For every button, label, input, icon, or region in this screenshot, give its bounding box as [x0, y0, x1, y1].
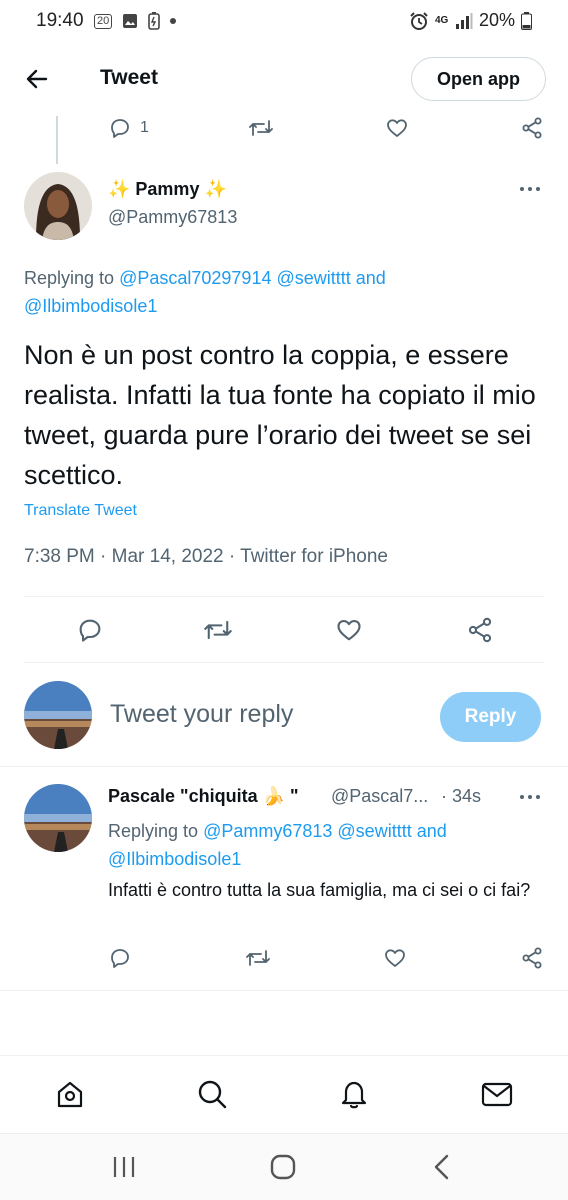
page-title: Tweet [100, 66, 158, 89]
like-icon [337, 619, 361, 641]
prev-reply-count: 1 [140, 119, 149, 136]
divider [24, 662, 544, 663]
prev-share-button[interactable] [520, 116, 544, 140]
reply-button[interactable] [76, 616, 104, 644]
retweet-icon [204, 620, 232, 640]
system-nav [0, 1133, 568, 1200]
retweet-icon [246, 950, 270, 966]
reply-icon [79, 619, 101, 642]
more-icon [520, 795, 540, 799]
reply-submit-button[interactable]: Reply [440, 692, 541, 742]
reply-replying-to: Replying to @Pammy67813 @sewitttt and @I… [108, 817, 538, 873]
reply-icon [111, 949, 129, 968]
reply-input[interactable]: Tweet your reply [110, 700, 293, 729]
nav-notifications[interactable] [338, 1078, 370, 1110]
chevron-left-icon [434, 1154, 449, 1180]
notification-badge: 20 [94, 13, 113, 29]
signal-icon [455, 12, 473, 29]
reply-author-name[interactable]: Pascale "chiquita 🍌 " [108, 786, 299, 807]
home-circle-icon [270, 1154, 296, 1180]
retweet-button[interactable] [203, 616, 233, 644]
reply-icon [111, 119, 129, 138]
reply-author-avatar[interactable] [24, 784, 92, 852]
like-button[interactable] [335, 616, 363, 644]
reply-author-handle[interactable]: @Pascal7... [331, 786, 428, 807]
battery-saver-icon [148, 12, 161, 30]
replying-handle2-link[interactable]: @Ilbimbodisole1 [108, 849, 241, 869]
home-system-button[interactable] [270, 1154, 296, 1180]
my-avatar-image [24, 681, 92, 749]
share-icon [468, 617, 492, 643]
bottom-nav [0, 1055, 568, 1133]
home-icon [57, 1081, 83, 1108]
author-display-name[interactable]: ✨ Pammy ✨ [108, 179, 227, 200]
replying-prefix: Replying to [24, 268, 115, 288]
like-icon [385, 949, 405, 967]
tweet-text: Non è un post contro la coppia, e essere… [24, 340, 536, 490]
author-avatar[interactable] [24, 172, 92, 240]
alarm-icon [410, 11, 428, 30]
my-avatar[interactable] [24, 681, 92, 749]
battery-percent: 20% [478, 10, 515, 30]
retweet-icon [249, 120, 273, 136]
replying-and[interactable]: and [356, 268, 386, 288]
nav-messages[interactable] [480, 1078, 514, 1110]
nav-home[interactable] [54, 1078, 86, 1110]
author-avatar-image [24, 172, 92, 240]
reply-author-avatar-image [24, 784, 92, 852]
divider [0, 990, 568, 991]
gallery-icon [123, 14, 138, 28]
status-time: 19:40 [36, 10, 84, 31]
battery-icon [521, 11, 532, 30]
nav-search[interactable] [196, 1078, 228, 1110]
prev-like-button[interactable] [385, 116, 409, 140]
back-button[interactable] [24, 66, 50, 92]
tweet-more-button[interactable] [518, 184, 542, 194]
share-button[interactable] [466, 616, 494, 644]
share-icon [522, 947, 542, 969]
divider [0, 766, 568, 767]
status-notification-icons: 20 [94, 12, 177, 30]
recents-button[interactable] [112, 1156, 136, 1178]
reply-retweet-button[interactable] [245, 946, 271, 970]
tweet-meta: 7:38 PM · Mar 14, 2022 · Twitter for iPh… [24, 546, 388, 567]
replying-handle2-link[interactable]: @Ilbimbodisole1 [24, 296, 157, 316]
translate-tweet-link[interactable]: Translate Tweet [24, 502, 137, 520]
replying-handles-link[interactable]: @Pascal70297914 @sewitttt [119, 268, 351, 288]
search-icon [198, 1080, 227, 1109]
more-icon [520, 187, 540, 191]
open-app-button[interactable]: Open app [411, 57, 546, 101]
back-arrow-icon [26, 69, 48, 89]
notifications-icon [341, 1081, 367, 1109]
divider [24, 596, 544, 597]
thread-line [56, 116, 58, 164]
network-type: 4G [434, 14, 449, 26]
reply-like-button[interactable] [383, 946, 407, 970]
author-handle[interactable]: @Pammy67813 [108, 207, 237, 228]
prev-retweet-button[interactable] [248, 116, 274, 140]
prev-reply-button[interactable]: 1 [108, 116, 149, 140]
like-icon [387, 119, 407, 137]
recents-icon [113, 1157, 135, 1177]
replying-handles-link[interactable]: @Pammy67813 @sewitttt [203, 821, 412, 841]
messages-icon [481, 1082, 513, 1107]
reply-share-button[interactable] [520, 946, 544, 970]
reply-more-button[interactable] [518, 792, 542, 802]
replying-to: Replying to @Pascal70297914 @sewitttt an… [24, 264, 544, 320]
reply-reply-button[interactable] [108, 946, 132, 970]
reply-text: Infatti è contro tutta la sua famiglia, … [108, 880, 531, 900]
replying-and[interactable]: and [417, 821, 447, 841]
replying-prefix: Replying to [108, 821, 199, 841]
status-right: 4G 20% [409, 10, 532, 31]
back-system-button[interactable] [432, 1154, 452, 1180]
dot-icon [170, 18, 177, 24]
share-icon [522, 117, 542, 139]
reply-time[interactable]: · 34s [441, 786, 481, 807]
